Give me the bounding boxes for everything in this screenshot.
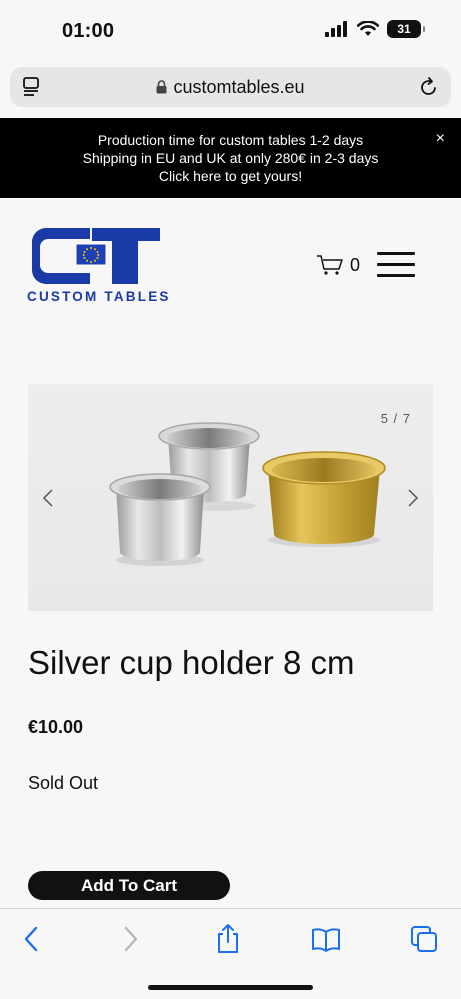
- url-text: customtables.eu: [173, 76, 305, 97]
- address-bar[interactable]: customtables.eu: [10, 67, 451, 107]
- chevron-left-icon[interactable]: [42, 488, 54, 508]
- battery-icon: 31: [387, 20, 425, 38]
- promo-line-2: Shipping in EU and UK at only 280€ in 2-…: [82, 150, 379, 166]
- stock-status: Sold Out: [28, 773, 99, 793]
- status-time: 01:00: [62, 20, 115, 42]
- promo-line-1: Production time for custom tables 1-2 da…: [97, 132, 364, 148]
- cart-icon: [317, 255, 343, 275]
- brand-name: CUSTOM TABLES: [27, 289, 171, 304]
- product-image: [109, 422, 386, 566]
- wifi-icon: [357, 21, 379, 36]
- promo-link[interactable]: Click here to get yours!: [0, 167, 461, 185]
- battery-level: 31: [397, 22, 411, 36]
- product-title: Silver cup holder 8 cm: [28, 644, 355, 681]
- tabs-icon[interactable]: [410, 925, 438, 953]
- lock-icon: [156, 80, 167, 94]
- gallery-counter: 5 / 7: [380, 411, 411, 426]
- cart-count: 0: [350, 254, 361, 275]
- share-icon[interactable]: [215, 923, 241, 955]
- hamburger-menu-icon[interactable]: [377, 252, 415, 278]
- product-price: €10.00: [28, 717, 84, 737]
- bookmarks-icon[interactable]: [311, 927, 341, 953]
- close-icon[interactable]: ×: [436, 130, 445, 148]
- chevron-right-icon[interactable]: [407, 488, 419, 508]
- back-icon[interactable]: [22, 925, 40, 953]
- reader-view-icon[interactable]: [22, 76, 42, 98]
- signal-icon: [325, 21, 347, 37]
- reload-icon[interactable]: [419, 76, 439, 98]
- forward-icon[interactable]: [122, 925, 140, 953]
- home-indicator[interactable]: [148, 985, 313, 990]
- promo-banner[interactable]: Production time for custom tables 1-2 da…: [0, 118, 461, 198]
- status-bar: 01:00 31: [0, 0, 461, 62]
- status-icons: 31: [325, 20, 425, 38]
- cart-button[interactable]: 0: [316, 254, 360, 276]
- add-to-cart-button[interactable]: Add To Cart: [28, 871, 230, 900]
- product-gallery[interactable]: 5 / 7: [28, 384, 433, 611]
